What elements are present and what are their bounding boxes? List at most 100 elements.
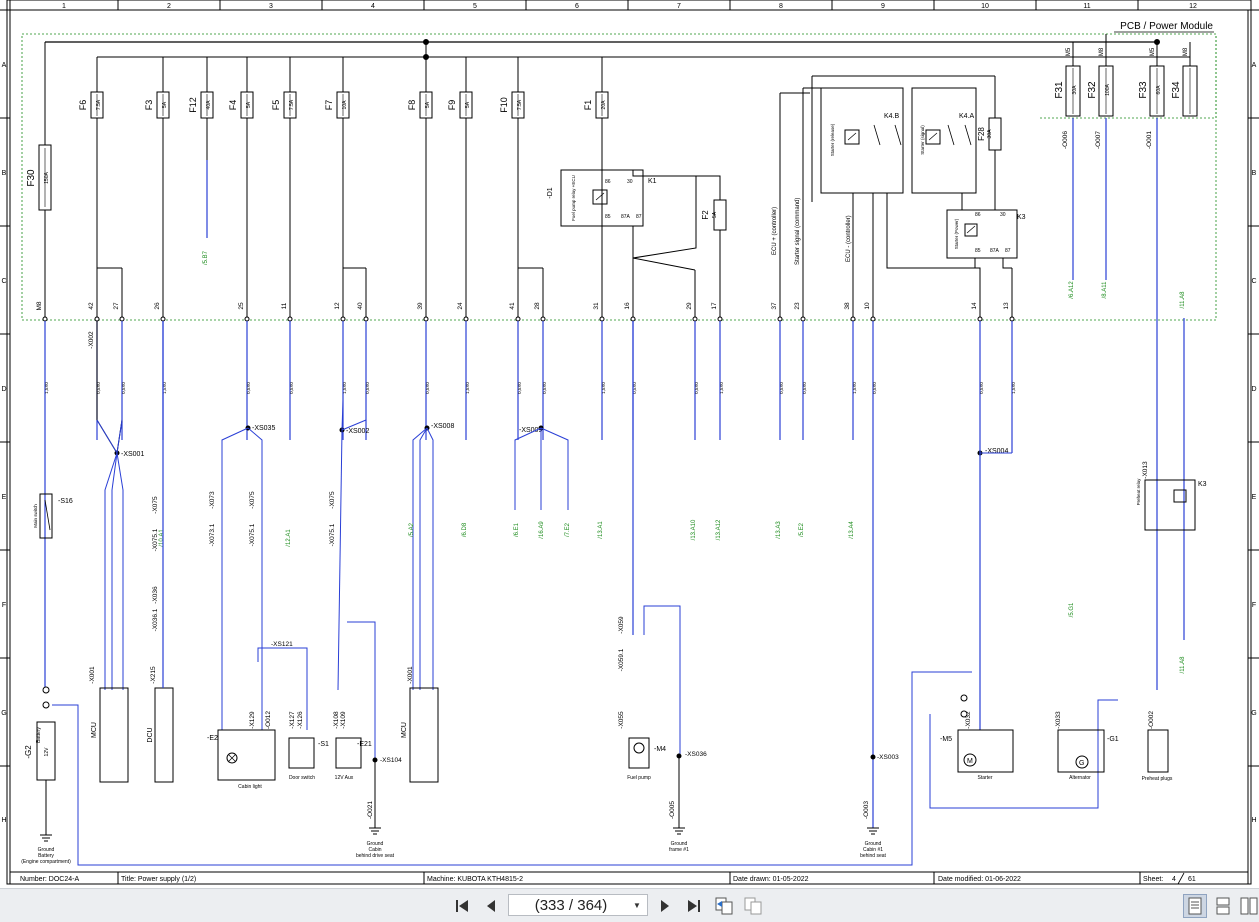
component-id: -M4 — [654, 746, 666, 753]
cabin-light-e2 — [217, 729, 276, 781]
reference-label: /8.A11 — [1102, 281, 1108, 299]
reference-label: /13.A10 — [691, 519, 697, 540]
column-label: 10 — [981, 3, 989, 10]
fuse-name: F34 — [1171, 81, 1182, 99]
motor-letter: M — [967, 758, 973, 765]
row-label-left: D — [1, 386, 6, 393]
pin-terminal — [850, 316, 856, 322]
component-id: -E2 — [207, 735, 218, 742]
pin-number: 31 — [593, 302, 600, 310]
next-page-button[interactable] — [654, 895, 676, 917]
reference-label: /13.A3 — [776, 521, 782, 539]
fuse-name: F5 — [271, 100, 281, 111]
first-page-button[interactable] — [452, 895, 474, 917]
wire-size: 0,5X0 — [289, 382, 294, 394]
battery-label: Battery — [36, 727, 42, 743]
connector-label: -X108 — [333, 711, 340, 729]
connector-label: -X013 — [1142, 461, 1149, 479]
connector-label: -X075 — [152, 496, 159, 514]
pin-number: 40 — [357, 302, 364, 310]
pin-label: 85 — [605, 214, 611, 220]
connector-label: -X001 — [89, 666, 96, 684]
pcb-title: PCB / Power Module — [1120, 21, 1213, 32]
relay-coil — [964, 223, 978, 237]
wire-size: 1,5X0 — [852, 382, 857, 394]
ground-label: (Engine compartment) — [21, 859, 71, 865]
last-page-button[interactable] — [682, 895, 704, 917]
fuse-name: F10 — [499, 97, 509, 113]
connector-label: -X075.1 — [249, 523, 256, 546]
row-label-right: E — [1252, 494, 1257, 501]
footer-sheet-total: 61 — [1188, 876, 1196, 883]
previous-page-button[interactable] — [480, 895, 502, 917]
footer-sheet-label: Sheet: — [1143, 876, 1163, 883]
wire-blue — [116, 419, 123, 454]
fuse-name: F2 — [701, 210, 710, 220]
reference-label: /11.A8 — [1180, 656, 1186, 674]
relay-name: K3 — [1017, 214, 1026, 221]
column-label: 1 — [62, 3, 66, 10]
column-label: 2 — [167, 3, 171, 10]
connector-label: -X036.1 — [152, 608, 159, 631]
pin-terminal — [870, 316, 876, 322]
splice-label: -XS036 — [685, 751, 707, 758]
single-page-view-button[interactable] — [1183, 894, 1207, 918]
wire-blue — [247, 427, 263, 730]
pin-terminal — [287, 316, 293, 322]
terminal — [960, 710, 968, 718]
splice-label: -XS008 — [431, 423, 454, 430]
two-page-view-button[interactable] — [1237, 894, 1259, 918]
reference-label: /13.A12 — [716, 519, 722, 540]
pin-number: 39 — [417, 302, 424, 310]
reference-label: /5.E2 — [799, 522, 805, 537]
module-label: MCU — [91, 722, 98, 738]
row-label-left: A — [2, 62, 7, 69]
pin-number: 11 — [281, 302, 288, 309]
reference-label: /6.D8 — [462, 522, 468, 537]
connector-label: -X002 — [88, 331, 95, 349]
row-label-right: D — [1251, 386, 1256, 393]
pin-terminal — [977, 316, 983, 322]
row-label-left: H — [1, 817, 6, 824]
pin-number: 17 — [711, 302, 718, 310]
row-label-left: B — [2, 170, 7, 177]
motor-letter: G — [1079, 760, 1084, 767]
signal-label: ECU - (controller) — [846, 215, 852, 262]
ground-icon — [369, 827, 381, 835]
next-page-icon — [661, 900, 669, 912]
pin-number: 25 — [238, 302, 245, 310]
connector-label: -X059 — [618, 616, 625, 634]
connector-label: -X073.1 — [209, 523, 216, 546]
wire — [886, 193, 981, 318]
fuse-rating: 7.5A — [517, 99, 523, 110]
reference-label: /5.A2 — [409, 522, 415, 537]
fuse-name: F32 — [1087, 81, 1098, 99]
fuse-rating: 100A — [1105, 84, 1111, 96]
pcb-boundary — [21, 33, 1217, 321]
pin-terminal — [94, 316, 100, 322]
pin-terminal — [244, 316, 250, 322]
sync-pages-button[interactable] — [713, 895, 735, 917]
fuse-name: F6 — [78, 100, 88, 111]
row-label-right: B — [1252, 170, 1257, 177]
relay-coil — [925, 129, 941, 145]
compare-pages-button[interactable] — [742, 895, 764, 917]
ground-icon — [867, 827, 879, 835]
relay-coil — [592, 189, 608, 205]
module-label: DCU — [147, 727, 154, 742]
connector-label: -O003 — [863, 801, 870, 819]
connector-label: -O005 — [669, 801, 676, 819]
page-number-select[interactable]: (333 / 364) ▼ — [508, 894, 648, 916]
column-label: 7 — [677, 3, 681, 10]
wire-size: 0,5X0 — [425, 382, 430, 394]
pin-number: 12 — [334, 302, 341, 310]
pin-terminal — [800, 316, 806, 322]
copy-pages-icon — [715, 897, 733, 915]
row-label-right: F — [1252, 602, 1256, 609]
relay-name: K1 — [648, 178, 657, 185]
fuse-rating: 60A — [1156, 85, 1162, 95]
column-label: 6 — [575, 3, 579, 10]
pin-terminal — [1009, 316, 1015, 322]
ground-label: behind drive seat — [356, 853, 395, 859]
continuous-view-button[interactable] — [1211, 894, 1235, 918]
